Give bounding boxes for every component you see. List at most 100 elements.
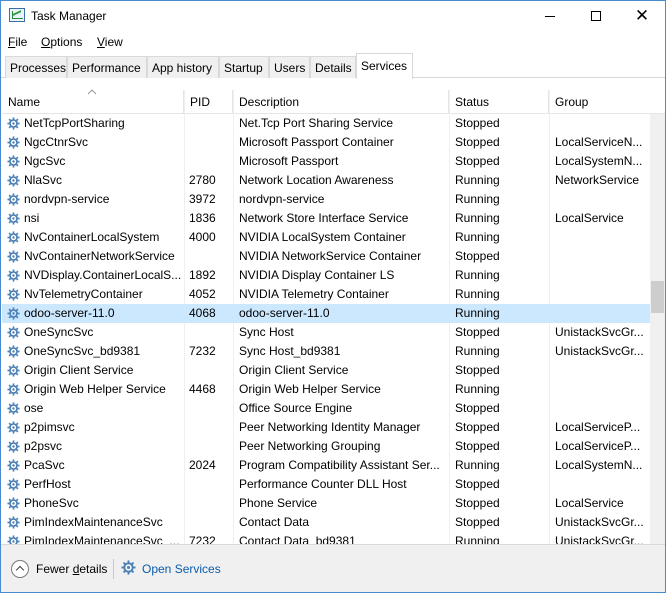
service-description: NVIDIA Telemetry Container [239,287,389,301]
table-row[interactable]: PcaSvc 2024 Program Compatibility Assistan… [2,456,650,475]
service-pid: 1892 [189,268,216,282]
menu-file[interactable]: File [8,35,27,49]
service-gear-icon [7,402,20,415]
table-row[interactable]: NlaSvc 2780 Network Location Awareness Runn… [2,171,650,190]
service-description: Contact Data_bd9381 [239,534,356,544]
service-name: PerfHost [24,477,71,491]
service-group: NetworkService [555,173,640,187]
column-header-pid[interactable]: PID [184,90,233,114]
service-status: Running [455,344,500,358]
services-table: NetTcpPortSharing Net.Tcp Port Sharing Se… [2,114,650,544]
service-description: nordvpn-service [239,192,325,206]
service-group: UnistackSvcGr... [555,344,644,358]
table-row[interactable]: NgcSvc Microsoft Passport Stopped LocalSyst… [2,152,650,171]
table-row[interactable]: NvContainerLocalSystem 4000 NVIDIA LocalSy… [2,228,650,247]
service-description: NVIDIA Display Container LS [239,268,395,282]
table-row[interactable]: p2pimsvc Peer Networking Identity Manager… [2,418,650,437]
menu-bar: File Options View [1,31,665,53]
scrollbar-thumb[interactable] [651,281,664,313]
service-status: Stopped [455,477,500,491]
service-name: p2psvc [24,439,63,453]
service-status: Stopped [455,135,500,149]
table-row[interactable]: PimIndexMaintenanceSvc_... 7232 Contact Da… [2,532,650,544]
tab-services[interactable]: Services [356,53,413,79]
close-button[interactable]: ✕ [619,1,665,31]
service-status: Running [455,534,500,544]
service-gear-icon [7,136,20,149]
table-row[interactable]: p2psvc Peer Networking Grouping Stopped Loc… [2,437,650,456]
table-row[interactable]: NgcCtnrSvc Microsoft Passport Container St… [2,133,650,152]
column-header-status[interactable]: Status [449,90,549,114]
table-row[interactable]: OneSyncSvc_bd9381 7232 Sync Host_bd9381 Run… [2,342,650,361]
menu-options[interactable]: Options [41,35,82,49]
service-description: Microsoft Passport Container [239,135,394,149]
service-gear-icon [7,174,20,187]
tab-users[interactable]: Users [269,56,310,78]
table-row[interactable]: OneSyncSvc Sync Host Stopped UnistackSvcGr.… [2,323,650,342]
service-status: Running [455,268,500,282]
service-pid: 4000 [189,230,216,244]
service-status: Running [455,287,500,301]
service-gear-icon [7,155,20,168]
tab-processes[interactable]: Processes [5,56,67,78]
table-row[interactable]: NvTelemetryContainer 4052 NVIDIA Telemetry… [2,285,650,304]
tab-strip: Processes Performance App history Startu… [1,53,665,79]
service-name: NvContainerNetworkService [24,249,175,263]
maximize-button[interactable] [573,1,619,31]
service-status: Running [455,458,500,472]
service-gear-icon [7,497,20,510]
table-row[interactable]: ose Office Source Engine Stopped [2,399,650,418]
tab-app-history[interactable]: App history [147,56,219,78]
table-row[interactable]: Origin Web Helper Service 4468 Origin Web … [2,380,650,399]
table-row[interactable]: PhoneSvc Phone Service Stopped LocalService [2,494,650,513]
services-gear-icon[interactable] [121,560,136,575]
service-name: p2pimsvc [24,420,75,434]
service-status: Stopped [455,154,500,168]
service-name: PcaSvc [24,458,65,472]
menu-view[interactable]: View [97,35,123,49]
table-row[interactable]: NetTcpPortSharing Net.Tcp Port Sharing Se… [2,114,650,133]
open-services-link[interactable]: Open Services [142,562,221,576]
tab-details[interactable]: Details [310,56,356,78]
table-row[interactable]: NvContainerNetworkService NVIDIA NetworkS… [2,247,650,266]
service-pid: 4068 [189,306,216,320]
tab-startup[interactable]: Startup [219,56,269,78]
service-pid: 2780 [189,173,216,187]
column-header-description[interactable]: Description [233,90,449,114]
service-status: Stopped [455,249,500,263]
menu-options-label: ptions [50,35,83,49]
service-status: Stopped [455,401,500,415]
table-row[interactable]: odoo-server-11.0 4068 odoo-server-11.0 Runn… [2,304,650,323]
menu-view-label: iew [104,35,123,49]
service-status: Stopped [455,363,500,377]
service-description: Peer Networking Identity Manager [239,420,421,434]
service-group: LocalService [555,496,624,510]
table-row[interactable]: NVDisplay.ContainerLocalS... 1892 NVIDIA D… [2,266,650,285]
table-row[interactable]: nordvpn-service 3972 nordvpn-service Runnin… [2,190,650,209]
table-row[interactable]: PimIndexMaintenanceSvc Contact Data Stoppe… [2,513,650,532]
tab-performance[interactable]: Performance [67,56,147,78]
menu-options-accel: O [41,35,51,49]
service-status: Running [455,211,500,225]
column-header-name[interactable]: Name [2,90,184,114]
service-description: Net.Tcp Port Sharing Service [239,116,394,130]
service-pid: 4468 [189,382,216,396]
service-gear-icon [7,345,20,358]
table-row[interactable]: Origin Client Service Origin Client Servi… [2,361,650,380]
fewer-details-link[interactable]: Fewer details [36,562,107,576]
close-icon: ✕ [634,5,650,26]
service-gear-icon [7,250,20,263]
service-gear-icon [7,269,20,282]
minimize-button[interactable] [527,1,573,31]
table-row[interactable]: nsi 1836 Network Store Interface Service Ru… [2,209,650,228]
service-name: NvContainerLocalSystem [24,230,160,244]
service-status: Running [455,306,500,320]
minimize-icon [545,16,555,17]
title-bar[interactable]: Task Manager ✕ [1,1,665,31]
vertical-scrollbar[interactable] [650,114,665,544]
chevron-up-icon[interactable] [11,560,29,578]
table-row[interactable]: PerfHost Performance Counter DLL Host Stop… [2,475,650,494]
column-header-group[interactable]: Group [549,90,665,114]
service-gear-icon [7,459,20,472]
service-description: Phone Service [239,496,318,510]
